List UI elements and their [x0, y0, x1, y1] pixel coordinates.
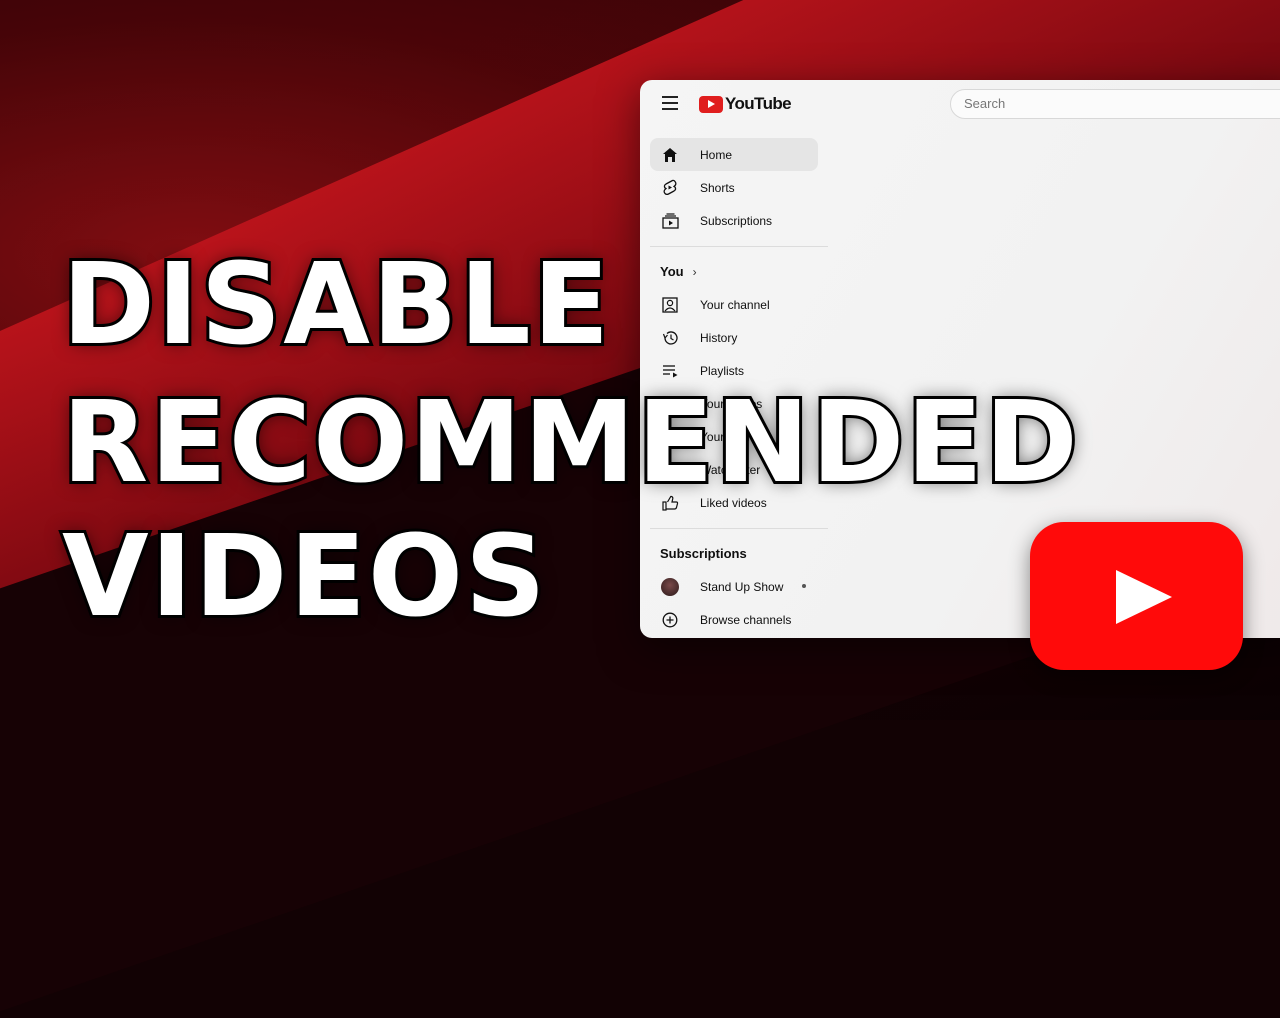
headline-line-1: DISABLE	[59, 237, 612, 373]
youtube-big-logo-icon	[1030, 522, 1243, 670]
sidebar-item-shorts[interactable]: Shorts	[650, 171, 828, 204]
headline-line-2: RECOMMENDED	[59, 375, 1081, 511]
logo-text: YouTube	[725, 94, 792, 113]
shorts-icon	[661, 179, 679, 197]
you-title: You	[660, 264, 684, 279]
channel-icon	[661, 296, 679, 314]
sidebar-item-label: Subscriptions	[700, 213, 773, 228]
avatar	[661, 577, 679, 596]
sidebar-item-home[interactable]: Home	[650, 138, 818, 171]
sidebar-item-label: Home	[700, 147, 733, 162]
sidebar-item-subscriptions[interactable]: Subscriptions	[650, 204, 828, 237]
sidebar-item-stand-up-show[interactable]: Stand Up Show	[650, 570, 828, 603]
sidebar-item-history[interactable]: History	[650, 321, 828, 354]
sidebar-item-label: History	[700, 330, 738, 345]
sidebar-item-label: Your channel	[700, 297, 770, 312]
home-icon	[661, 146, 679, 164]
divider	[650, 246, 828, 247]
subscriptions-icon	[661, 212, 679, 230]
subscriptions-section-title: Subscriptions	[660, 546, 747, 561]
playlists-icon	[661, 362, 679, 380]
sidebar-item-label: Playlists	[700, 363, 745, 378]
plus-circle-icon	[661, 611, 679, 629]
sidebar-item-browse-channels[interactable]: Browse channels	[650, 603, 828, 636]
top-bar: YouTube Search	[640, 80, 1280, 128]
sidebar-item-label: Browse channels	[700, 612, 792, 627]
new-content-dot	[802, 584, 806, 588]
divider	[650, 528, 828, 529]
search-input[interactable]: Search	[950, 89, 1280, 119]
youtube-logo[interactable]: YouTube	[699, 94, 792, 114]
menu-icon[interactable]	[662, 96, 678, 110]
youtube-play-icon	[699, 95, 723, 113]
you-section-header[interactable]: You ›	[650, 256, 828, 288]
history-icon	[661, 329, 679, 347]
sidebar-item-label: Stand Up Show	[700, 579, 784, 594]
chevron-right-icon: ›	[692, 265, 697, 279]
headline-line-3: VIDEOS	[59, 509, 549, 645]
channel-avatar	[661, 577, 679, 596]
sidebar-item-your-channel[interactable]: Your channel	[650, 288, 828, 321]
sidebar-item-label: Shorts	[700, 180, 735, 195]
